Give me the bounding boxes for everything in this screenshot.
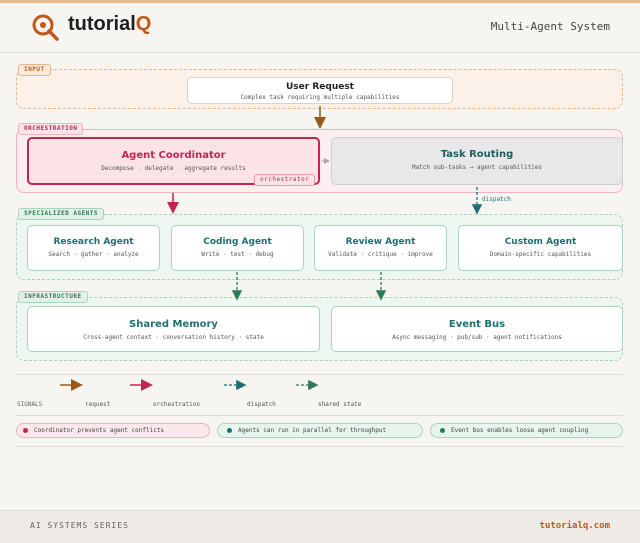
custom-agent-node: Custom Agent Domain-specific capabilitie… — [458, 225, 623, 271]
notes-divider — [16, 446, 623, 447]
brand-name: tutorialQ — [68, 13, 151, 36]
brand-prefix: tutorial — [68, 13, 136, 35]
page-title: Multi-Agent System — [490, 20, 610, 33]
note-dot-icon — [23, 428, 28, 433]
coordinator-title: Agent Coordinator — [121, 150, 226, 161]
custom-agent-title: Custom Agent — [504, 237, 577, 247]
note-text: Agents can run in parallel for throughpu… — [238, 427, 387, 434]
review-agent-node: Review Agent Validate · critique · impro… — [314, 225, 447, 271]
legend-divider-top — [16, 374, 623, 375]
orchestrator-badge: orchestrator — [254, 174, 316, 186]
brand-suffix: Q — [135, 13, 152, 35]
legend-title: SIGNALS — [17, 401, 43, 408]
legend-label-request: request — [85, 401, 111, 408]
note-dot-icon — [227, 428, 232, 433]
specialized-agents-layer-tag: SPECIALIZED AGENTS — [18, 208, 105, 220]
user-request-title: User Request — [286, 82, 354, 92]
legend-label-shared-state: shared state — [318, 401, 362, 408]
note-pill-event-bus: Event bus enables loose agent coupling — [430, 423, 623, 438]
top-accent-line — [0, 0, 640, 3]
footer-series: AI SYSTEMS SERIES — [30, 521, 129, 530]
dispatch-label: dispatch — [482, 196, 511, 203]
note-pill-parallel: Agents can run in parallel for throughpu… — [217, 423, 423, 438]
review-agent-subtitle: Validate · critique · improve — [328, 251, 433, 258]
note-text: Coordinator prevents agent conflicts — [34, 427, 165, 434]
legend-label-dispatch: dispatch — [247, 401, 276, 408]
research-agent-node: Research Agent Search · gather · analyze — [27, 225, 160, 271]
footer-site-link[interactable]: tutorialq.com — [540, 521, 610, 531]
review-agent-title: Review Agent — [345, 237, 416, 247]
event-bus-subtitle: Async messaging · pub/sub · agent notifi… — [392, 334, 562, 341]
research-agent-title: Research Agent — [53, 237, 134, 247]
coordinator-subtitle: Decompose · delegate · aggregate results — [101, 165, 246, 172]
infrastructure-layer-tag: INFRASTRUCTURE — [18, 291, 88, 303]
note-pill-coordinator: Coordinator prevents agent conflicts — [16, 423, 210, 438]
event-bus-title: Event Bus — [448, 319, 506, 330]
user-request-subtitle: Complex task requiring multiple capabili… — [240, 94, 400, 101]
research-agent-subtitle: Search · gather · analyze — [48, 251, 139, 258]
event-bus-node: Event Bus Async messaging · pub/sub · ag… — [331, 306, 623, 352]
shared-memory-subtitle: Cross-agent context · conversation histo… — [83, 334, 264, 341]
legend-swatches — [60, 379, 319, 391]
legend-label-orchestration: orchestration — [153, 401, 200, 408]
note-dot-icon — [440, 428, 445, 433]
orchestration-layer-tag: ORCHESTRATION — [18, 123, 84, 135]
task-routing-node: Task Routing Match sub-tasks → agent cap… — [331, 137, 623, 185]
task-routing-title: Task Routing — [440, 149, 514, 160]
coding-agent-subtitle: Write · test · debug — [201, 251, 274, 258]
coding-agent-node: Coding Agent Write · test · debug — [171, 225, 304, 271]
coding-agent-title: Coding Agent — [203, 237, 272, 247]
logo-icon — [32, 14, 59, 41]
shared-memory-node: Shared Memory Cross-agent context · conv… — [27, 306, 320, 352]
note-text: Event bus enables loose agent coupling — [451, 427, 589, 434]
custom-agent-subtitle: Domain-specific capabilities — [489, 251, 592, 258]
header-divider — [0, 52, 640, 53]
legend-divider-bottom — [16, 415, 623, 416]
user-request-node: User Request Complex task requiring mult… — [187, 77, 453, 104]
shared-memory-title: Shared Memory — [129, 319, 218, 330]
task-routing-subtitle: Match sub-tasks → agent capabilities — [411, 164, 543, 171]
input-layer-tag: INPUT — [18, 64, 51, 76]
